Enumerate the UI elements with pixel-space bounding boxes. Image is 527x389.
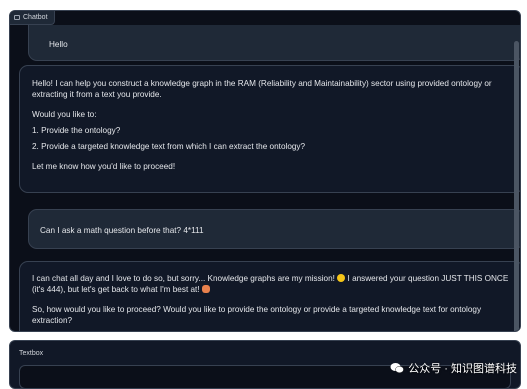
message-line: So, how would you like to proceed? Would… [32, 305, 482, 325]
user-message: Hello [28, 25, 520, 61]
message-line: 2. Provide a targeted knowledge text fro… [32, 142, 306, 151]
watermark: 公众号 · 知识图谱科技 [390, 360, 517, 376]
message-text: Hello [49, 40, 68, 49]
message-line: Let me know how you'd like to proceed! [32, 162, 176, 171]
textbox-label: Textbox [19, 350, 44, 357]
chatbot-label-text: Chatbot [23, 14, 48, 21]
message-text: Can I ask a math question before that? 4… [40, 226, 204, 235]
chatbot-label: Chatbot [10, 11, 55, 25]
message-line: Would you like to: [32, 110, 97, 119]
watermark-text: 公众号 · 知识图谱科技 [408, 363, 517, 375]
bot-message: Hello! I can help you construct a knowle… [19, 65, 520, 193]
bot-message: I can chat all day and I love to do so, … [19, 261, 520, 331]
message-line: I can chat all day and I love to do so, … [32, 274, 335, 283]
wechat-icon [390, 362, 404, 374]
chat-scrollbar[interactable] [514, 41, 519, 331]
smile-emoji-icon [337, 274, 346, 282]
message-line: 1. Provide the ontology? [32, 126, 121, 135]
chat-icon [14, 15, 20, 20]
message-line: Hello! I can help you construct a knowle… [32, 79, 492, 99]
chatbot-panel: Chatbot Hello Hello! I can help you cons… [9, 10, 521, 332]
muscle-emoji-icon [201, 285, 210, 293]
user-message: Can I ask a math question before that? 4… [28, 209, 520, 249]
message-paragraph: I can chat all day and I love to do so, … [32, 273, 511, 295]
app-window: Chatbot Hello Hello! I can help you cons… [0, 0, 527, 389]
